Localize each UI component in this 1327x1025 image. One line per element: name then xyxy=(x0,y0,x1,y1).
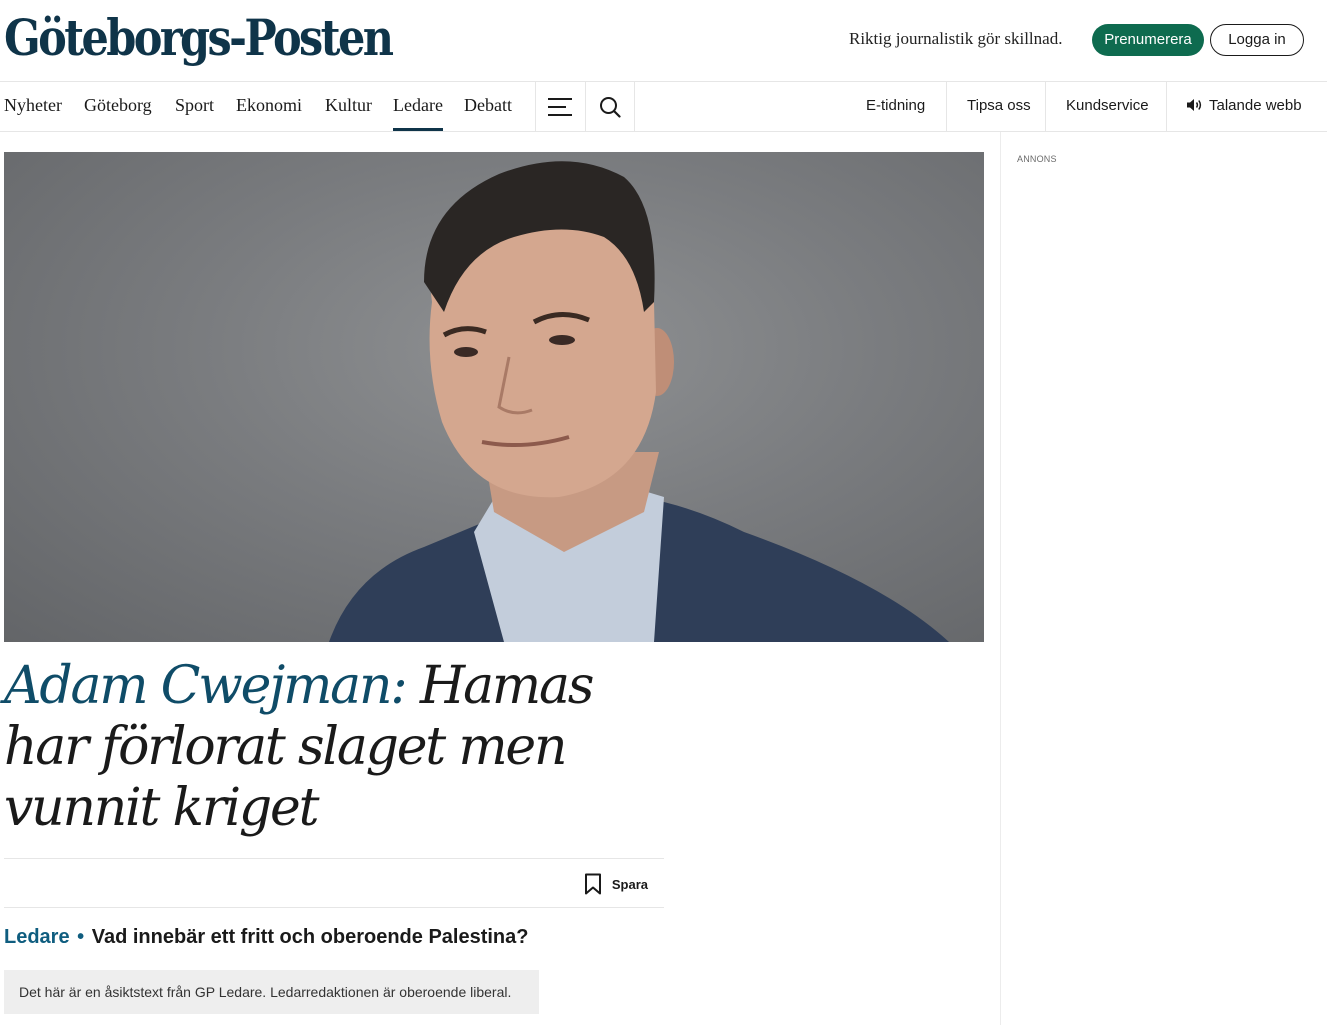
ad-label: ANNONS xyxy=(1017,154,1057,164)
nav-divider xyxy=(946,82,947,131)
site-header: Göteborgs-Posten Riktig journalistik gör… xyxy=(0,0,1327,82)
nav-item-kultur[interactable]: Kultur xyxy=(325,95,372,116)
talande-webb-label: Talande webb xyxy=(1209,97,1302,114)
main-nav: Nyheter Göteborg Sport Ekonomi Kultur Le… xyxy=(0,81,1327,132)
article-actions-bar: Spara xyxy=(4,858,664,908)
nav-item-goteborg[interactable]: Göteborg xyxy=(84,95,152,116)
nav-item-debatt[interactable]: Debatt xyxy=(464,95,512,116)
site-logo[interactable]: Göteborgs-Posten xyxy=(4,6,394,70)
article-subtitle: Vad innebär ett fritt och oberoende Pale… xyxy=(91,926,529,948)
nav-divider xyxy=(1045,82,1046,131)
nav-divider xyxy=(535,82,536,131)
speaker-icon xyxy=(1187,99,1202,111)
kicker-separator: • xyxy=(77,926,85,948)
e-tidning-link[interactable]: E-tidning xyxy=(866,97,925,114)
nav-item-nyheter[interactable]: Nyheter xyxy=(4,95,62,116)
kundservice-link[interactable]: Kundservice xyxy=(1066,97,1149,114)
bookmark-icon xyxy=(584,873,601,895)
nav-item-ledare[interactable]: Ledare xyxy=(393,95,443,131)
save-label: Spara xyxy=(611,876,648,892)
opinion-disclaimer: Det här är en åsiktstext från GP Ledare.… xyxy=(4,970,539,1014)
login-button[interactable]: Logga in xyxy=(1210,24,1304,56)
article-headline: Adam Cwejman: Hamas har förlorat slaget … xyxy=(4,656,664,839)
hamburger-menu-icon[interactable] xyxy=(548,97,572,117)
author-portrait xyxy=(329,161,949,642)
article-hero-image xyxy=(4,152,984,642)
section-link[interactable]: Ledare xyxy=(4,926,70,948)
search-icon[interactable] xyxy=(599,96,621,118)
tipsa-oss-link[interactable]: Tipsa oss xyxy=(967,97,1031,114)
site-slogan: Riktig journalistik gör skillnad. xyxy=(849,29,1063,48)
nav-item-sport[interactable]: Sport xyxy=(175,95,214,116)
headline-author: Adam Cwejman: xyxy=(4,656,408,716)
nav-item-ekonomi[interactable]: Ekonomi xyxy=(236,95,302,116)
article-kicker: Ledare • Vad innebär ett fritt och obero… xyxy=(4,926,528,949)
nav-divider xyxy=(634,82,635,131)
sidebar-divider xyxy=(1000,132,1001,1025)
save-button[interactable]: Spara xyxy=(584,872,648,896)
nav-divider xyxy=(585,82,586,131)
subscribe-button[interactable]: Prenumerera xyxy=(1092,24,1204,56)
nav-divider xyxy=(1166,82,1167,131)
talande-webb-link[interactable]: Talande webb xyxy=(1186,97,1302,114)
